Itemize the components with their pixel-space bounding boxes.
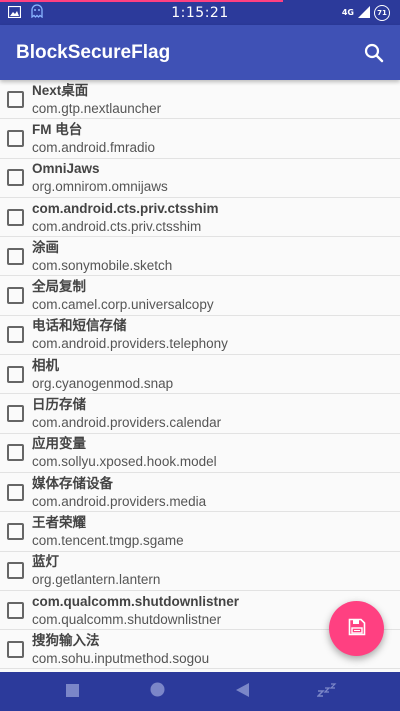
app-name-label: FM 电台 (32, 121, 83, 137)
app-text: 蓝灯 org.getlantern.lantern (32, 553, 160, 588)
app-checkbox[interactable] (7, 640, 24, 658)
app-checkbox[interactable] (7, 208, 24, 226)
app-checkbox[interactable] (7, 326, 24, 344)
app-list-item[interactable]: 相机 org.cyanogenmod.snap (0, 355, 400, 395)
status-time: 1:15:21 (171, 4, 229, 21)
app-list-item[interactable]: 蓝灯 org.getlantern.lantern (0, 552, 400, 591)
home-button[interactable] (138, 672, 178, 711)
battery-icon: 71 (374, 4, 390, 21)
status-right-icons: 4G 71 (342, 0, 390, 25)
navigation-bar (0, 672, 400, 711)
app-name-label: 媒体存储设备 (32, 475, 113, 491)
save-icon (348, 618, 366, 640)
app-list-item[interactable]: FM 电台 com.android.fmradio (0, 119, 400, 159)
app-list-item[interactable]: 电话和短信存储 com.android.providers.telephony (0, 316, 400, 356)
app-list-item[interactable]: 应用变量 com.sollyu.xposed.hook.model (0, 434, 400, 473)
app-name-label: 全局复制 (32, 279, 86, 295)
app-package-label: com.tencent.tmgp.sgame (32, 532, 184, 548)
status-bar: 1:15:21 4G 71 (0, 0, 400, 25)
app-text: FM 电台 com.android.fmradio (32, 121, 155, 156)
app-list-item[interactable]: 媒体存储设备 com.android.providers.media (0, 473, 400, 513)
app-name-label: 日历存储 (32, 397, 86, 413)
app-name-label: com.android.cts.priv.ctsshim (32, 200, 219, 216)
app-checkbox[interactable] (7, 247, 24, 265)
app-package-label: org.cyanogenmod.snap (32, 375, 174, 391)
sleep-zzz-icon (315, 682, 339, 701)
app-package-label: org.getlantern.lantern (32, 572, 161, 588)
app-list-item[interactable]: 全局复制 com.camel.corp.universalcopy (0, 276, 400, 316)
app-name-label: Next桌面 (32, 82, 89, 98)
app-text: 涂画 com.sonymobile.sketch (32, 239, 172, 274)
search-icon[interactable] (364, 43, 384, 63)
app-package-label: com.android.providers.calendar (32, 415, 222, 431)
app-checkbox[interactable] (7, 444, 24, 462)
app-list-item[interactable]: 王者荣耀 com.tencent.tmgp.sgame (0, 512, 400, 552)
app-list-item[interactable]: com.android.cts.priv.ctsshim com.android.… (0, 198, 400, 238)
app-text: com.qualcomm.shutdownlistner com.qualcomm… (32, 593, 239, 628)
app-name-label: OmniJaws (32, 161, 100, 177)
app-name-label: 王者荣耀 (32, 514, 86, 530)
network-type-label: 4G (341, 8, 354, 17)
app-title: BlockSecureFlag (16, 41, 171, 63)
square-icon (66, 682, 79, 701)
app-checkbox[interactable] (7, 129, 24, 147)
save-fab-button[interactable] (329, 601, 384, 656)
app-list-item[interactable]: 日历存储 com.android.providers.calendar (0, 394, 400, 434)
app-package-label: com.qualcomm.shutdownlistner (32, 611, 222, 627)
app-checkbox[interactable] (7, 365, 24, 383)
app-name-label: 搜狗输入法 (32, 632, 100, 648)
app-package-label: com.sollyu.xposed.hook.model (32, 454, 217, 470)
app-name-label: com.qualcomm.shutdownlistner (32, 593, 240, 609)
app-list[interactable]: Next桌面 com.gtp.nextlauncher FM 电台 com.andro… (0, 80, 400, 672)
app-text: 媒体存储设备 com.android.providers.media (32, 475, 206, 510)
app-package-label: com.android.fmradio (32, 139, 156, 155)
app-text: 全局复制 com.camel.corp.universalcopy (32, 278, 214, 313)
app-text: 电话和短信存储 com.android.providers.telephony (32, 317, 228, 352)
app-package-label: com.android.providers.telephony (32, 336, 228, 352)
circle-icon (150, 682, 165, 701)
app-name-label: 蓝灯 (32, 554, 59, 570)
app-package-label: com.camel.corp.universalcopy (32, 297, 214, 313)
signal-icon (358, 3, 370, 22)
app-text: 日历存储 com.android.providers.calendar (32, 396, 221, 431)
app-package-label: com.android.cts.priv.ctsshim (32, 218, 202, 234)
app-checkbox[interactable] (7, 522, 24, 540)
app-name-label: 涂画 (32, 239, 59, 255)
app-list-item[interactable]: Next桌面 com.gtp.nextlauncher (0, 80, 400, 120)
app-checkbox[interactable] (7, 405, 24, 423)
app-package-label: com.sohu.inputmethod.sogou (32, 650, 210, 666)
app-checkbox[interactable] (7, 562, 24, 580)
app-package-label: com.gtp.nextlauncher (32, 100, 162, 116)
app-text: 相机 org.cyanogenmod.snap (32, 357, 173, 392)
app-checkbox[interactable] (7, 601, 24, 619)
app-package-label: com.android.providers.media (32, 493, 207, 509)
app-text: OmniJaws org.omnirom.omnijaws (32, 160, 168, 195)
app-package-label: com.sonymobile.sketch (32, 257, 173, 273)
app-text: com.android.cts.priv.ctsshim com.android.… (32, 200, 219, 235)
app-checkbox[interactable] (7, 169, 24, 187)
triangle-back-icon (236, 682, 249, 701)
app-text: 搜狗输入法 com.sohu.inputmethod.sogou (32, 632, 209, 667)
app-name-label: 应用变量 (32, 436, 86, 452)
app-package-label: org.omnirom.omnijaws (32, 179, 168, 195)
app-checkbox[interactable] (7, 483, 24, 501)
app-name-label: 电话和短信存储 (32, 318, 127, 334)
app-text: Next桌面 com.gtp.nextlauncher (32, 82, 161, 117)
app-name-label: 相机 (32, 357, 59, 373)
app-checkbox[interactable] (7, 287, 24, 305)
app-list-item[interactable]: 涂画 com.sonymobile.sketch (0, 237, 400, 277)
recents-button[interactable] (53, 672, 93, 711)
app-text: 应用变量 com.sollyu.xposed.hook.model (32, 435, 217, 470)
app-bar: BlockSecureFlag (0, 25, 400, 80)
app-text: 王者荣耀 com.tencent.tmgp.sgame (32, 514, 184, 549)
sleep-button[interactable] (308, 672, 348, 711)
back-button[interactable] (223, 672, 263, 711)
app-list-item[interactable]: OmniJaws org.omnirom.omnijaws (0, 159, 400, 198)
app-checkbox[interactable] (7, 90, 24, 108)
